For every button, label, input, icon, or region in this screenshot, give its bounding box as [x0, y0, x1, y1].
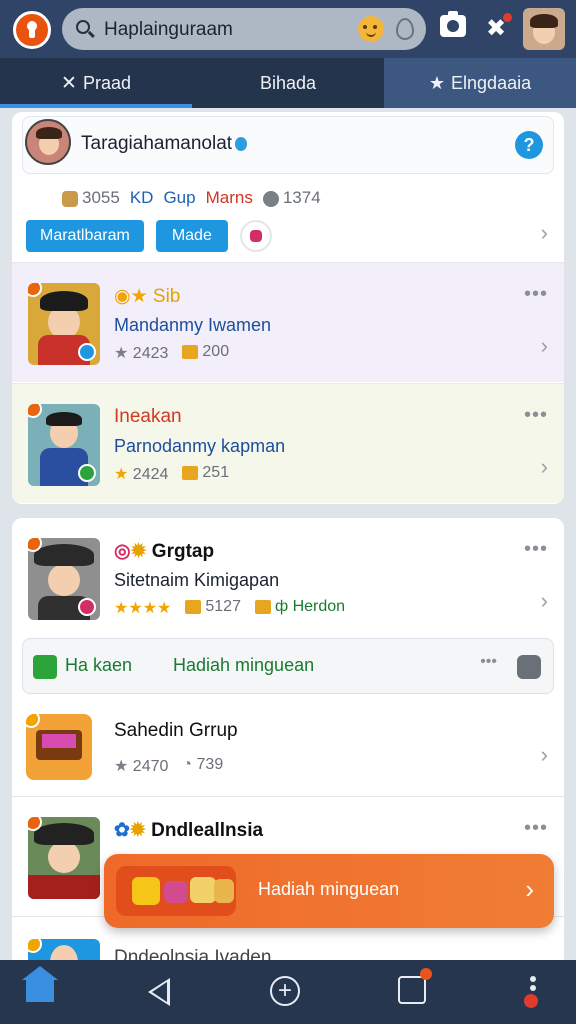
gift-tray	[116, 866, 236, 916]
home-icon[interactable]	[22, 966, 58, 1002]
profile-name: Taragiahamanolat	[81, 133, 248, 155]
item-title: ✿✹ Dndleallnsia	[114, 820, 264, 841]
more-icon[interactable]: •••	[524, 817, 548, 840]
item-thumbnail	[28, 404, 100, 486]
item-title: ◉★ Sib	[114, 286, 181, 307]
primary-button[interactable]: Maratlbaram	[26, 220, 144, 252]
percent-icon	[33, 655, 57, 679]
gift-icon	[185, 599, 202, 614]
add-icon[interactable]: +	[270, 976, 300, 1006]
tab-bihada[interactable]: Bihada	[192, 58, 384, 108]
search-icon	[76, 20, 90, 34]
banner-right-text: Hadiah minguean	[173, 655, 315, 675]
group-card: Taragiahamanolat ? 3055 KD Gup Marns 137…	[12, 112, 564, 504]
notification-icon[interactable]: ✖	[482, 13, 512, 43]
chevron-right-icon[interactable]: ›	[541, 220, 548, 246]
views-icon	[262, 190, 279, 207]
banner-left-text: Ha kaen	[65, 655, 133, 675]
chevron-right-icon[interactable]: ›	[541, 742, 548, 768]
promo-banner-row[interactable]: Ha kaen Hadiah minguean •••	[22, 638, 554, 694]
item-meta: ★ 2423 200	[114, 343, 230, 362]
list-item[interactable]: ◉★ Sib Mandanmy Iwamen ★ 2423 200 ••• ›	[12, 262, 564, 382]
action-row: Maratlbaram Made	[26, 220, 272, 252]
instagram-icon[interactable]	[239, 220, 272, 252]
item-subtitle: Mandanmy Iwamen	[114, 315, 272, 335]
more-icon[interactable]: •••	[524, 283, 548, 306]
item-thumbnail	[28, 538, 100, 620]
drop-icon[interactable]	[396, 18, 414, 40]
promo-button[interactable]: Hadiah minguean ›	[104, 854, 554, 928]
star-icon: ★	[428, 72, 446, 93]
chevron-right-icon[interactable]: ›	[541, 454, 548, 480]
app-logo[interactable]	[13, 11, 51, 49]
item-thumbnail	[26, 714, 92, 780]
item-title: Ineakan	[114, 406, 182, 427]
tab-bar: ✕ Praad Bihada ★ Elngdaaia	[0, 58, 576, 108]
profile-picture[interactable]	[25, 119, 71, 165]
search-input[interactable]: Haplainguraam	[104, 19, 233, 41]
stats-row: 3055 KD Gup Marns 1374	[62, 188, 321, 208]
tab-elngdaaia[interactable]: ★ Elngdaaia	[384, 58, 576, 108]
item-subtitle: Parnodanmy kapman	[114, 436, 286, 456]
back-icon[interactable]	[148, 978, 170, 1006]
profile-row[interactable]: Taragiahamanolat ?	[22, 116, 554, 174]
chevron-right-icon: ›	[525, 874, 534, 904]
item-meta: ★ 2424 251	[114, 464, 230, 483]
stat-gup: Gup	[163, 188, 196, 207]
item-title: Sahedin Grrup	[114, 720, 238, 741]
gift-icon	[182, 344, 199, 359]
verified-icon	[235, 136, 248, 151]
tab-praad[interactable]: ✕ Praad	[0, 58, 192, 108]
item-subtitle: Sitetnaim Kimigapan	[114, 570, 280, 590]
item-meta: ★★★★ 5127 ф Herdon	[114, 598, 346, 617]
camera-icon[interactable]	[440, 11, 466, 37]
more-icon[interactable]: •••	[524, 404, 548, 427]
item-meta: ★ 2470 ◔ 739	[114, 756, 224, 775]
list-item[interactable]: ◎✹ Grgtap Sitetnaim Kimigapan ★★★★ 5127 …	[12, 518, 564, 638]
list-item[interactable]: Ineakan Parnodanmy kapman ★ 2424 251 •••…	[12, 383, 564, 503]
made-button[interactable]: Made	[155, 220, 228, 252]
chevron-right-icon[interactable]: ›	[541, 333, 548, 359]
emoji-icon[interactable]	[358, 16, 384, 42]
search-bar[interactable]: Haplainguraam	[62, 8, 426, 50]
members-icon	[62, 190, 78, 207]
more-icon[interactable]: •••	[524, 538, 548, 561]
gift-icon	[182, 465, 199, 480]
user-icon[interactable]	[517, 655, 541, 679]
item-thumbnail	[28, 283, 100, 365]
item-thumbnail	[28, 817, 100, 899]
item-title: ◎✹ Grgtap	[114, 541, 215, 562]
bottom-nav: +	[0, 960, 576, 1024]
chevron-right-icon[interactable]: ›	[541, 588, 548, 614]
avatar[interactable]	[523, 8, 565, 50]
gift-icon	[254, 599, 271, 614]
help-icon[interactable]: ?	[515, 131, 543, 159]
more-icon[interactable]: •••	[480, 653, 497, 671]
promo-label: Hadiah minguean	[258, 879, 400, 899]
stat-marns: Marns	[205, 188, 253, 207]
top-bar: Haplainguraam ✖	[0, 0, 576, 58]
inbox-icon[interactable]	[398, 968, 432, 1004]
stat-kd: KD	[129, 188, 154, 207]
menu-icon[interactable]	[524, 976, 538, 1008]
